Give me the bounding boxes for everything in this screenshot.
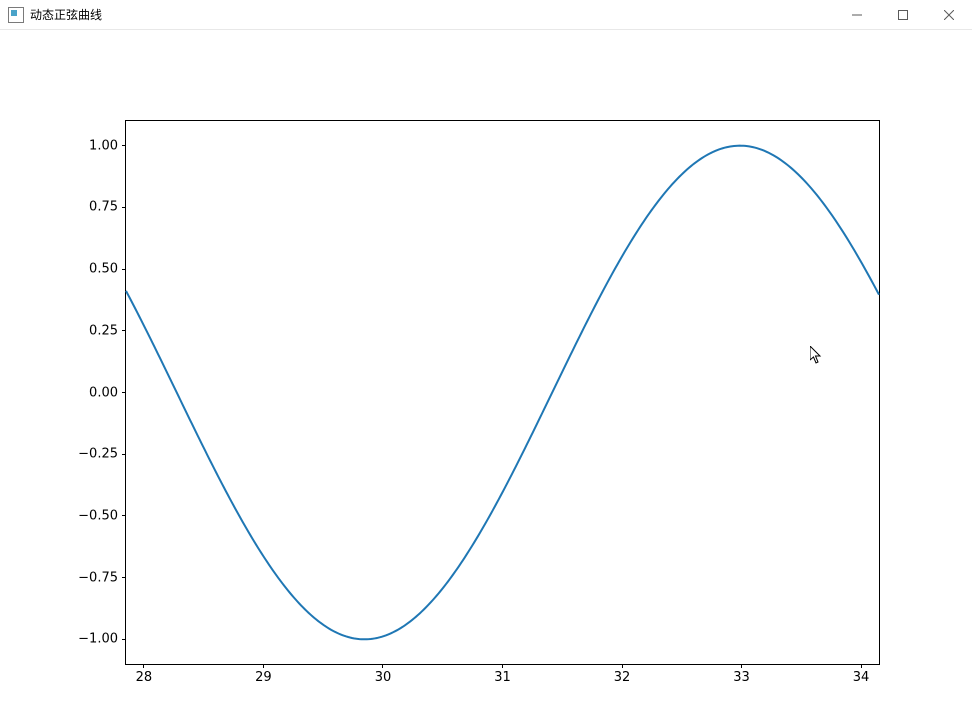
series-line [126,146,879,640]
y-tick-mark [122,330,126,331]
x-tick-mark [622,664,623,668]
minimize-button[interactable] [834,0,880,30]
close-button[interactable] [926,0,972,30]
x-tick-mark [263,664,264,668]
x-tick-mark [502,664,503,668]
close-icon [944,10,954,20]
y-tick-mark [122,454,126,455]
x-tick-label: 28 [136,670,153,685]
title-bar[interactable]: 动态正弦曲线 [0,0,972,30]
x-tick-label: 33 [733,670,750,685]
app-window: 动态正弦曲线 −1.00 −0.75 −0.50 −0.25 0.00 0.25 0.50 0… [0,0,972,727]
y-tick-label: −1.00 [78,632,118,647]
y-tick-mark [122,639,126,640]
y-tick-mark [122,207,126,208]
y-tick-label: −0.75 [78,570,118,585]
x-tick-label: 34 [853,670,870,685]
plot-canvas: −1.00 −0.75 −0.50 −0.25 0.00 0.25 0.50 0.75 1.00… [0,30,972,727]
line-plot [126,121,879,664]
x-tick-mark [741,664,742,668]
app-icon [8,7,24,23]
maximize-icon [898,10,908,20]
x-tick-mark [143,664,144,668]
y-tick-mark [122,392,126,393]
y-tick-mark [122,145,126,146]
y-tick-label: 0.00 [89,385,118,400]
y-tick-label: −0.50 [78,508,118,523]
y-tick-label: 0.25 [89,323,118,338]
y-tick-label: 1.00 [89,138,118,153]
y-tick-label: 0.50 [89,262,118,277]
x-tick-label: 31 [494,670,511,685]
y-tick-label: 0.75 [89,200,118,215]
window-title: 动态正弦曲线 [30,0,102,30]
x-tick-mark [382,664,383,668]
y-tick-mark [122,577,126,578]
x-tick-label: 30 [375,670,392,685]
maximize-button[interactable] [880,0,926,30]
axes: −1.00−0.75−0.50−0.250.000.250.500.751.00… [125,120,880,665]
x-tick-mark [861,664,862,668]
x-tick-label: 32 [614,670,631,685]
y-tick-mark [122,515,126,516]
y-tick-label: −0.25 [78,447,118,462]
minimize-icon [852,10,862,20]
y-tick-mark [122,269,126,270]
x-tick-label: 29 [255,670,272,685]
